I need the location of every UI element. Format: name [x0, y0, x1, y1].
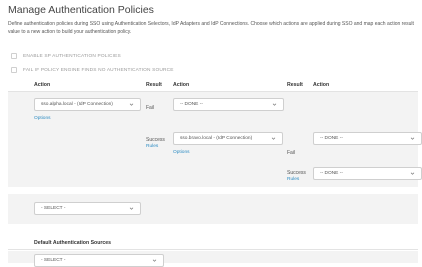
fail-action-select[interactable]: -- DONE -- [173, 98, 284, 111]
default-sources-header: Default Authentication Sources [8, 238, 418, 250]
nested-fail-result-label: Fail [287, 150, 296, 156]
root-action-value: sso.alpha.local - (IdP Connection) [41, 102, 113, 107]
new-policy-select-value: - SELECT - [41, 206, 66, 211]
new-policy-row: - SELECT - [8, 194, 418, 224]
success-action-value: sso.bravo.local - (IdP Connection) [180, 136, 253, 141]
enable-sp-policies-checkbox-row[interactable]: ENABLE SP AUTHENTICATION POLICIES [11, 53, 121, 59]
fail-no-source-checkbox-row[interactable]: FAIL IF POLICY ENGINE FINDS NO AUTHENTIC… [11, 67, 174, 73]
nested-fail-action-select[interactable]: -- DONE -- [313, 132, 422, 145]
nested-success-action-value: -- DONE -- [320, 171, 343, 176]
default-sources-heading: Default Authentication Sources [34, 240, 112, 246]
nested-success-rules-link[interactable]: Rules [287, 177, 299, 182]
chevron-down-icon [129, 207, 134, 210]
default-source-select[interactable]: - SELECT - [34, 254, 164, 267]
fail-no-source-checkbox[interactable] [11, 67, 17, 73]
chevron-down-icon [410, 137, 415, 140]
header-result-2: Result [287, 82, 303, 88]
header-result: Result [146, 82, 162, 88]
success-result-label: Success [146, 137, 165, 143]
default-source-select-value: - SELECT - [41, 258, 66, 263]
root-action-select[interactable]: sso.alpha.local - (IdP Connection) [34, 98, 141, 111]
header-action: Action [34, 82, 51, 88]
success-rules-link[interactable]: Rules [146, 144, 158, 149]
policy-tree: sso.alpha.local - (IdP Connection) Optio… [8, 92, 422, 187]
page-title: Manage Authentication Policies [8, 4, 154, 16]
chevron-down-icon [271, 137, 276, 140]
policy-table-header: Action Result Action Result Action [8, 81, 418, 92]
header-action-3: Action [313, 82, 330, 88]
enable-sp-policies-checkbox[interactable] [11, 53, 17, 59]
fail-result-label: Fail [146, 105, 155, 111]
fail-action-value: -- DONE -- [180, 102, 203, 107]
enable-sp-policies-label: ENABLE SP AUTHENTICATION POLICIES [23, 53, 121, 59]
nested-fail-action-value: -- DONE -- [320, 136, 343, 141]
chevron-down-icon [272, 103, 277, 106]
default-sources-row: - SELECT - [8, 251, 418, 267]
success-action-select[interactable]: sso.bravo.local - (IdP Connection) [173, 132, 283, 145]
root-options-link[interactable]: Options [34, 116, 51, 121]
success-options-link[interactable]: Options [173, 150, 190, 155]
nested-success-action-select[interactable]: -- DONE -- [313, 167, 422, 180]
nested-success-result-label: Success [287, 170, 306, 176]
new-policy-select[interactable]: - SELECT - [34, 202, 141, 215]
chevron-down-icon [152, 259, 157, 262]
chevron-down-icon [410, 172, 415, 175]
chevron-down-icon [129, 103, 134, 106]
fail-no-source-label: FAIL IF POLICY ENGINE FINDS NO AUTHENTIC… [23, 67, 174, 73]
header-action-2: Action [173, 82, 190, 88]
page-description: Define authentication policies during SS… [8, 21, 414, 35]
